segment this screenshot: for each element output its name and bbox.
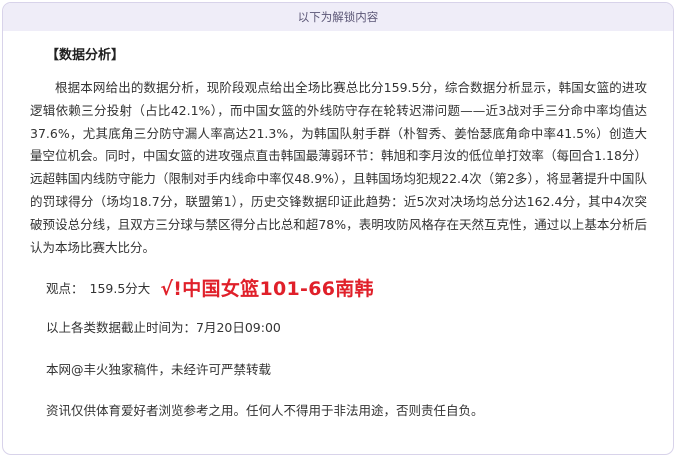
section-title: 【数据分析】 — [46, 48, 125, 63]
disclaimer: 资讯仅供体育爱好者浏览参考之用。任何人不得用于非法用途，否则责任自负。 — [46, 403, 484, 419]
viewpoint-row: 观点： 159.5分大 √!中国女篮101-66南韩 — [46, 269, 647, 305]
unlock-banner: 以下为解锁内容 — [3, 3, 673, 31]
analysis-paragraph: 根据本网给出的数据分析，现阶段观点给出全场比赛总比分159.5分，综合数据分析显… — [30, 80, 647, 255]
unlock-banner-text: 以下为解锁内容 — [297, 10, 379, 24]
copyright-notice: 本网@丰火独家稿件，未经许可严禁转载 — [46, 362, 272, 378]
match-result: √!中国女篮101-66南韩 — [160, 277, 374, 300]
article-body: 【数据分析】 根据本网给出的数据分析，现阶段观点给出全场比赛总比分159.5分，… — [3, 31, 673, 422]
viewpoint-value: 159.5分大 — [89, 280, 151, 296]
data-deadline: 以上各类数据截止时间为：7月20日09:00 — [46, 320, 281, 336]
unlocked-content-card: 以下为解锁内容 【数据分析】 根据本网给出的数据分析，现阶段观点给出全场比赛总比… — [2, 2, 674, 455]
viewpoint-label: 观点： — [46, 280, 84, 296]
